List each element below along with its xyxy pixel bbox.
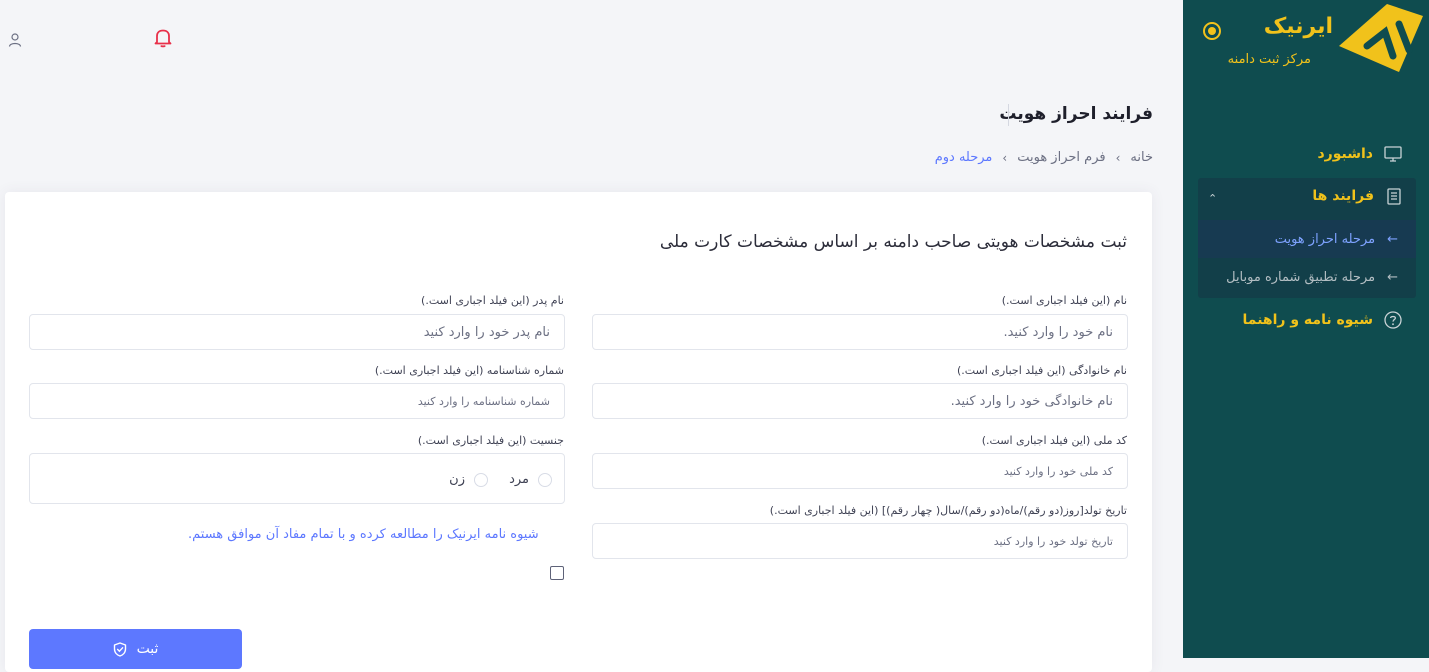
bell-icon[interactable] [154, 28, 172, 48]
gender-option-label: مرد [509, 472, 529, 487]
gender-radio-female[interactable]: زن [449, 472, 488, 487]
first-name-input[interactable]: نام خود را وارد کنید. [592, 314, 1128, 350]
submit-button[interactable]: ثبت [29, 629, 242, 669]
brand-logo [1339, 4, 1423, 72]
form-title: ثبت مشخصات هویتی صاحب دامنه بر اساس مشخص… [659, 232, 1127, 252]
father-name-label: نام پدر (این فیلد اجباری است.) [421, 294, 564, 307]
user-icon[interactable] [8, 32, 22, 47]
id-number-label: شماره شناسنامه (این فیلد اجباری است.) [374, 364, 564, 377]
chevron-up-icon[interactable]: ⌃ [1208, 192, 1217, 205]
arrow-left-icon: ← [1387, 231, 1398, 247]
sidebar-subitem-label: مرحله احراز هویت [1274, 231, 1376, 247]
sidebar-item-guide[interactable]: شیوه نامه و راهنما [1183, 302, 1429, 338]
gender-option-label: زن [449, 472, 465, 487]
document-icon [1384, 186, 1404, 206]
terms-text: شیوه نامه ایرنیک را مطالعه کرده و با تما… [188, 527, 539, 542]
sidebar-subitem-identity[interactable]: ← مرحله احراز هویت [1198, 220, 1416, 258]
sidebar-group-processes: فرایند ها ⌃ ← مرحله احراز هویت ← مرحله ت… [1198, 178, 1416, 298]
national-code-input[interactable]: کد ملی خود را وارد کنید [592, 453, 1128, 489]
last-name-input[interactable]: نام خانوادگی خود را وارد کنید. [592, 383, 1128, 419]
brand-subtitle: مرکز ثبت دامنه [1227, 52, 1311, 67]
father-name-input[interactable]: نام پدر خود را وارد کنید [29, 314, 565, 350]
radio-circle[interactable] [538, 472, 552, 487]
first-name-label: نام (این فیلد اجباری است.) [1001, 294, 1127, 307]
arrow-left-icon: ← [1387, 269, 1398, 285]
submit-label: ثبت [136, 641, 159, 657]
monitor-icon [1383, 144, 1403, 164]
sidebar-subitem-label: مرحله تطبیق شماره موبایل [1226, 269, 1376, 285]
gender-radio-male[interactable]: مرد [509, 472, 552, 487]
terms-checkbox[interactable] [550, 566, 564, 580]
birth-date-input[interactable]: تاریخ تولد خود را وارد کنید [592, 523, 1128, 559]
breadcrumb-home[interactable]: خانه [1130, 150, 1153, 165]
title-divider [1008, 104, 1009, 126]
sidebar: ایرنیک مرکز ثبت دامنه داشبورد فرایند ها … [1183, 0, 1429, 658]
national-code-label: کد ملی (این فیلد اجباری است.) [981, 434, 1127, 447]
identity-form-card: ثبت مشخصات هویتی صاحب دامنه بر اساس مشخص… [5, 192, 1152, 672]
id-number-input[interactable]: شماره شناسنامه را وارد کنید [29, 383, 565, 419]
last-name-label: نام خانوادگی (این فیلد اجباری است.) [956, 364, 1127, 377]
sidebar-toggle-icon[interactable] [1203, 22, 1221, 40]
shield-check-icon [113, 641, 126, 657]
sidebar-item-dashboard[interactable]: داشبورد [1183, 136, 1429, 172]
breadcrumb-identity-form[interactable]: فرم احراز هویت [1017, 150, 1105, 165]
brand-name: ایرنیک [1263, 14, 1333, 39]
radio-circle[interactable] [474, 472, 488, 487]
sidebar-item-processes[interactable]: فرایند ها [1198, 178, 1416, 214]
breadcrumb: خانه › فرم احراز هویت › مرحله دوم [925, 150, 1153, 165]
sidebar-item-label: شیوه نامه و راهنما [1242, 312, 1373, 328]
breadcrumb-separator: › [1002, 150, 1008, 165]
gender-radio-group: مرد زن [29, 453, 565, 504]
sidebar-item-label: فرایند ها [1312, 188, 1374, 204]
help-circle-icon [1383, 310, 1403, 330]
sidebar-item-label: داشبورد [1317, 146, 1374, 162]
breadcrumb-step-two: مرحله دوم [934, 150, 993, 165]
page-title: فرایند احراز هویت [999, 104, 1153, 124]
brand: ایرنیک مرکز ثبت دامنه [1183, 0, 1429, 90]
gender-label: جنسیت (این فیلد اجباری است.) [417, 434, 564, 447]
breadcrumb-separator: › [1115, 150, 1121, 165]
sidebar-subitem-mobile[interactable]: ← مرحله تطبیق شماره موبایل [1198, 258, 1416, 296]
birth-date-label: تاریخ تولد[روز(دو رقم)/ماه(دو رقم)/سال( … [769, 504, 1127, 517]
